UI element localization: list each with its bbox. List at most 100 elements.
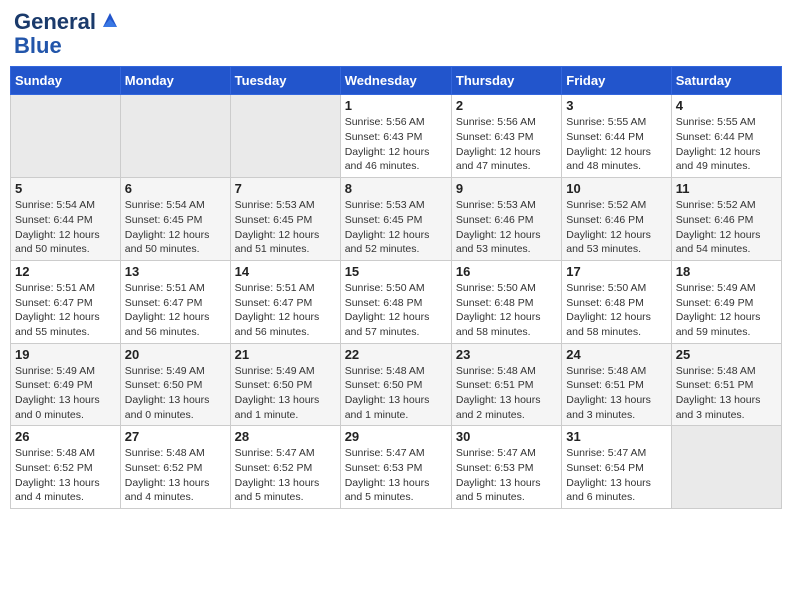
calendar-cell: 25 Sunrise: 5:48 AM Sunset: 6:51 PM Dayli… bbox=[671, 343, 781, 426]
day-info: Sunrise: 5:48 AM Sunset: 6:52 PM Dayligh… bbox=[125, 446, 226, 505]
day-info: Sunrise: 5:53 AM Sunset: 6:45 PM Dayligh… bbox=[235, 198, 336, 257]
calendar-cell: 24 Sunrise: 5:48 AM Sunset: 6:51 PM Dayli… bbox=[562, 343, 671, 426]
calendar-cell: 30Sunrise: 5:47 AM Sunset: 6:53 PM Dayli… bbox=[451, 426, 561, 509]
col-header-tuesday: Tuesday bbox=[230, 67, 340, 95]
logo-icon bbox=[99, 9, 121, 31]
calendar-cell: 31 Sunrise: 5:47 AM Sunset: 6:54 PM Dayli… bbox=[562, 426, 671, 509]
logo-blue: Blue bbox=[14, 34, 62, 58]
calendar-cell: 2Sunrise: 5:56 AM Sunset: 6:43 PM Daylig… bbox=[451, 95, 561, 178]
day-number: 25 bbox=[676, 347, 777, 362]
day-number: 23 bbox=[456, 347, 557, 362]
day-number: 18 bbox=[676, 264, 777, 279]
day-info: Sunrise: 5:48 AM Sunset: 6:52 PM Dayligh… bbox=[15, 446, 116, 505]
day-info: Sunrise: 5:53 AM Sunset: 6:45 PM Dayligh… bbox=[345, 198, 447, 257]
day-number: 24 bbox=[566, 347, 666, 362]
day-info: Sunrise: 5:49 AM Sunset: 6:50 PM Dayligh… bbox=[235, 364, 336, 423]
calendar-cell bbox=[671, 426, 781, 509]
day-info: Sunrise: 5:48 AM Sunset: 6:50 PM Dayligh… bbox=[345, 364, 447, 423]
day-info: Sunrise: 5:47 AM Sunset: 6:53 PM Dayligh… bbox=[345, 446, 447, 505]
calendar-cell: 26Sunrise: 5:48 AM Sunset: 6:52 PM Dayli… bbox=[11, 426, 121, 509]
day-info: Sunrise: 5:53 AM Sunset: 6:46 PM Dayligh… bbox=[456, 198, 557, 257]
calendar-cell bbox=[230, 95, 340, 178]
day-info: Sunrise: 5:47 AM Sunset: 6:54 PM Dayligh… bbox=[566, 446, 666, 505]
calendar-header-row: SundayMondayTuesdayWednesdayThursdayFrid… bbox=[11, 67, 782, 95]
day-number: 13 bbox=[125, 264, 226, 279]
calendar-week-row: 1 Sunrise: 5:56 AM Sunset: 6:43 PM Daylig… bbox=[11, 95, 782, 178]
day-number: 3 bbox=[566, 98, 666, 113]
calendar-cell: 28 Sunrise: 5:47 AM Sunset: 6:52 PM Dayli… bbox=[230, 426, 340, 509]
calendar-cell bbox=[120, 95, 230, 178]
day-info: Sunrise: 5:52 AM Sunset: 6:46 PM Dayligh… bbox=[676, 198, 777, 257]
day-number: 19 bbox=[15, 347, 116, 362]
calendar-cell: 4 Sunrise: 5:55 AM Sunset: 6:44 PM Daylig… bbox=[671, 95, 781, 178]
day-info: Sunrise: 5:49 AM Sunset: 6:49 PM Dayligh… bbox=[676, 281, 777, 340]
calendar-cell: 27 Sunrise: 5:48 AM Sunset: 6:52 PM Dayli… bbox=[120, 426, 230, 509]
calendar-cell: 17 Sunrise: 5:50 AM Sunset: 6:48 PM Dayli… bbox=[562, 260, 671, 343]
day-info: Sunrise: 5:55 AM Sunset: 6:44 PM Dayligh… bbox=[566, 115, 666, 174]
day-number: 12 bbox=[15, 264, 116, 279]
page-header: General Blue bbox=[10, 10, 782, 58]
day-info: Sunrise: 5:51 AM Sunset: 6:47 PM Dayligh… bbox=[15, 281, 116, 340]
day-info: Sunrise: 5:51 AM Sunset: 6:47 PM Dayligh… bbox=[235, 281, 336, 340]
day-number: 28 bbox=[235, 429, 336, 444]
day-info: Sunrise: 5:50 AM Sunset: 6:48 PM Dayligh… bbox=[345, 281, 447, 340]
day-info: Sunrise: 5:54 AM Sunset: 6:45 PM Dayligh… bbox=[125, 198, 226, 257]
day-number: 9 bbox=[456, 181, 557, 196]
col-header-monday: Monday bbox=[120, 67, 230, 95]
logo-general: General bbox=[14, 10, 96, 34]
day-info: Sunrise: 5:47 AM Sunset: 6:52 PM Dayligh… bbox=[235, 446, 336, 505]
calendar-week-row: 26Sunrise: 5:48 AM Sunset: 6:52 PM Dayli… bbox=[11, 426, 782, 509]
calendar-table: SundayMondayTuesdayWednesdayThursdayFrid… bbox=[10, 66, 782, 509]
day-number: 7 bbox=[235, 181, 336, 196]
day-info: Sunrise: 5:48 AM Sunset: 6:51 PM Dayligh… bbox=[676, 364, 777, 423]
day-number: 17 bbox=[566, 264, 666, 279]
calendar-cell: 23 Sunrise: 5:48 AM Sunset: 6:51 PM Dayli… bbox=[451, 343, 561, 426]
calendar-cell: 1 Sunrise: 5:56 AM Sunset: 6:43 PM Daylig… bbox=[340, 95, 451, 178]
calendar-cell: 20Sunrise: 5:49 AM Sunset: 6:50 PM Dayli… bbox=[120, 343, 230, 426]
day-number: 14 bbox=[235, 264, 336, 279]
day-info: Sunrise: 5:56 AM Sunset: 6:43 PM Dayligh… bbox=[456, 115, 557, 174]
calendar-week-row: 5 Sunrise: 5:54 AM Sunset: 6:44 PM Daylig… bbox=[11, 178, 782, 261]
day-number: 6 bbox=[125, 181, 226, 196]
calendar-cell: 18 Sunrise: 5:49 AM Sunset: 6:49 PM Dayli… bbox=[671, 260, 781, 343]
calendar-cell: 3 Sunrise: 5:55 AM Sunset: 6:44 PM Daylig… bbox=[562, 95, 671, 178]
calendar-cell: 8 Sunrise: 5:53 AM Sunset: 6:45 PM Daylig… bbox=[340, 178, 451, 261]
col-header-friday: Friday bbox=[562, 67, 671, 95]
day-info: Sunrise: 5:52 AM Sunset: 6:46 PM Dayligh… bbox=[566, 198, 666, 257]
day-info: Sunrise: 5:48 AM Sunset: 6:51 PM Dayligh… bbox=[456, 364, 557, 423]
calendar-cell: 9 Sunrise: 5:53 AM Sunset: 6:46 PM Daylig… bbox=[451, 178, 561, 261]
day-info: Sunrise: 5:54 AM Sunset: 6:44 PM Dayligh… bbox=[15, 198, 116, 257]
day-number: 29 bbox=[345, 429, 447, 444]
calendar-cell: 14 Sunrise: 5:51 AM Sunset: 6:47 PM Dayli… bbox=[230, 260, 340, 343]
day-number: 21 bbox=[235, 347, 336, 362]
day-info: Sunrise: 5:55 AM Sunset: 6:44 PM Dayligh… bbox=[676, 115, 777, 174]
day-info: Sunrise: 5:50 AM Sunset: 6:48 PM Dayligh… bbox=[566, 281, 666, 340]
day-number: 15 bbox=[345, 264, 447, 279]
calendar-cell: 19 Sunrise: 5:49 AM Sunset: 6:49 PM Dayli… bbox=[11, 343, 121, 426]
day-number: 4 bbox=[676, 98, 777, 113]
calendar-cell: 29 Sunrise: 5:47 AM Sunset: 6:53 PM Dayli… bbox=[340, 426, 451, 509]
calendar-cell: 13Sunrise: 5:51 AM Sunset: 6:47 PM Dayli… bbox=[120, 260, 230, 343]
day-info: Sunrise: 5:50 AM Sunset: 6:48 PM Dayligh… bbox=[456, 281, 557, 340]
day-number: 31 bbox=[566, 429, 666, 444]
day-number: 1 bbox=[345, 98, 447, 113]
day-info: Sunrise: 5:56 AM Sunset: 6:43 PM Dayligh… bbox=[345, 115, 447, 174]
day-number: 20 bbox=[125, 347, 226, 362]
calendar-cell: 21 Sunrise: 5:49 AM Sunset: 6:50 PM Dayli… bbox=[230, 343, 340, 426]
day-number: 11 bbox=[676, 181, 777, 196]
calendar-cell: 15 Sunrise: 5:50 AM Sunset: 6:48 PM Dayli… bbox=[340, 260, 451, 343]
col-header-saturday: Saturday bbox=[671, 67, 781, 95]
day-number: 5 bbox=[15, 181, 116, 196]
calendar-cell: 10Sunrise: 5:52 AM Sunset: 6:46 PM Dayli… bbox=[562, 178, 671, 261]
calendar-cell: 11 Sunrise: 5:52 AM Sunset: 6:46 PM Dayli… bbox=[671, 178, 781, 261]
day-number: 8 bbox=[345, 181, 447, 196]
day-number: 22 bbox=[345, 347, 447, 362]
calendar-cell: 12 Sunrise: 5:51 AM Sunset: 6:47 PM Dayli… bbox=[11, 260, 121, 343]
calendar-week-row: 19 Sunrise: 5:49 AM Sunset: 6:49 PM Dayli… bbox=[11, 343, 782, 426]
day-info: Sunrise: 5:49 AM Sunset: 6:49 PM Dayligh… bbox=[15, 364, 116, 423]
calendar-cell bbox=[11, 95, 121, 178]
calendar-cell: 5 Sunrise: 5:54 AM Sunset: 6:44 PM Daylig… bbox=[11, 178, 121, 261]
day-number: 27 bbox=[125, 429, 226, 444]
calendar-cell: 16Sunrise: 5:50 AM Sunset: 6:48 PM Dayli… bbox=[451, 260, 561, 343]
day-info: Sunrise: 5:48 AM Sunset: 6:51 PM Dayligh… bbox=[566, 364, 666, 423]
